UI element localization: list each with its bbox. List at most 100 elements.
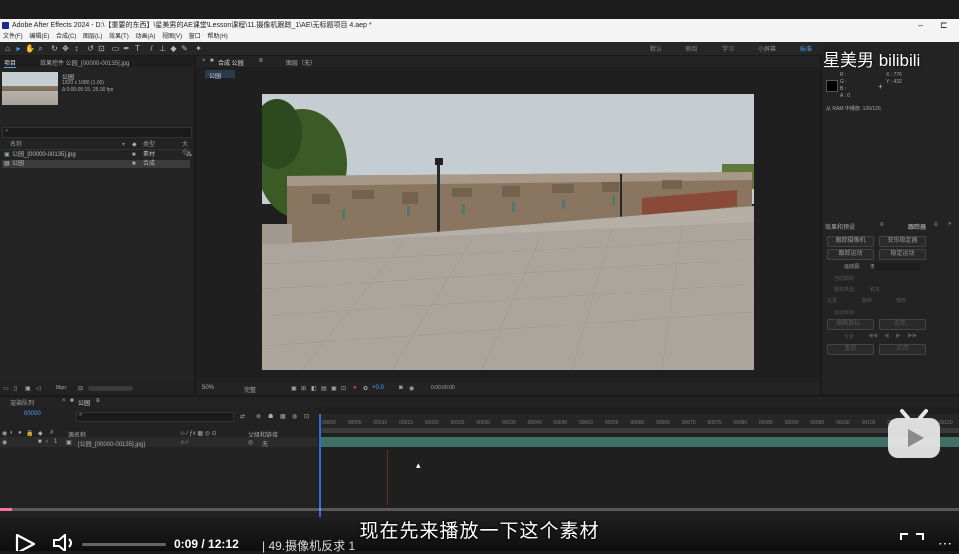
composition-breadcrumb[interactable]: 公园 <box>205 70 235 80</box>
project-scrollbar[interactable] <box>88 386 133 391</box>
label-swatch[interactable]: ■ <box>38 439 42 445</box>
menu-layer[interactable]: 图层(L) <box>83 34 102 40</box>
interpret-footage-icon[interactable]: ▭ <box>3 385 9 392</box>
more-options-icon[interactable]: ⋯ <box>938 535 952 552</box>
tab-menu-icon[interactable]: ≡ <box>259 58 263 64</box>
new-composition-icon[interactable]: ▣ <box>25 385 31 392</box>
workspace-default[interactable]: 默认 <box>650 44 662 53</box>
transparency-grid-icon[interactable]: ▤ <box>321 385 327 392</box>
menu-help[interactable]: 帮助(H) <box>207 34 227 40</box>
trash-icon[interactable]: ⊟ <box>78 385 83 392</box>
anchor-tool-icon[interactable]: ⊡ <box>97 44 106 53</box>
show-snapshot-icon[interactable]: ◉ <box>409 385 414 392</box>
volume-slider[interactable] <box>82 543 166 546</box>
volume-icon[interactable] <box>52 534 78 551</box>
tab-timeline-comp[interactable]: 公园 <box>78 398 90 407</box>
pan-tool-icon[interactable]: ✥ <box>61 44 70 53</box>
puppet-tool-icon[interactable]: ✦ <box>194 44 203 53</box>
delete-icon[interactable]: ◁ <box>36 385 41 392</box>
tab-menu-icon[interactable]: ≡ <box>96 398 100 404</box>
layer-name[interactable]: [公园_[00000-00135].jpg] <box>78 439 145 448</box>
close-button[interactable]: ⊏ <box>940 19 948 32</box>
current-time[interactable]: 0:00:00:00 <box>431 385 455 391</box>
tab-effects-presets[interactable]: 效果和预设 <box>825 222 855 231</box>
tab-effect-controls[interactable]: 效果控件 公园_[00000-00135].jpg <box>40 58 129 67</box>
timeline-layer-row[interactable]: ◉ ■ › 1 ▣ [公园_[00000-00135].jpg] ⊹ ⁄ ◎ 无 <box>0 437 318 448</box>
label-column-icon[interactable]: ◆ <box>38 430 43 437</box>
workspace-review[interactable]: 审阅 <box>685 44 697 53</box>
analyze-forward-one-icon[interactable]: ▶ <box>896 332 901 339</box>
tab-layer[interactable]: 图层（无） <box>286 58 316 67</box>
home-icon[interactable]: ⌂ <box>3 44 12 53</box>
position-checkbox[interactable]: 位置 <box>827 297 837 304</box>
menu-file[interactable]: 文件(F) <box>3 34 23 40</box>
timeline-timecode[interactable]: 00000 <box>24 411 41 417</box>
snapshot-icon[interactable]: ◙ <box>399 385 403 391</box>
switches-icon[interactable]: ⊹ ⁄ ƒx ▦ ◎ ⊙ <box>180 430 217 437</box>
timeline-search-input[interactable]: ⌕ <box>76 412 234 422</box>
playhead[interactable] <box>319 414 321 517</box>
zoom-dropdown[interactable]: 50% <box>202 385 214 391</box>
tab-menu-icon[interactable]: ≡ <box>934 222 938 228</box>
draft-3d-icon[interactable]: ⊛ <box>256 413 261 420</box>
menu-edit[interactable]: 编辑(E) <box>29 34 49 40</box>
track-camera-button[interactable]: 跟踪摄像机 <box>827 236 874 247</box>
analyze-back-one-icon[interactable]: ◀ <box>884 332 889 339</box>
track-type-select[interactable]: 稳定 <box>870 286 880 293</box>
rotate-tool-icon[interactable]: ↺ <box>86 44 95 53</box>
exposure-value[interactable]: +0.0 <box>372 385 384 391</box>
menu-window[interactable]: 窗口 <box>189 34 201 40</box>
orbit-tool-icon[interactable]: ↻ <box>50 44 59 53</box>
column-name[interactable]: 名称 <box>10 141 22 149</box>
hand-tool-icon[interactable]: ✋ <box>25 44 35 53</box>
analyze-forward-icon[interactable]: ▶▶ <box>908 332 917 339</box>
chapter-title[interactable]: | 49.摄像机反求 1 <box>262 537 355 554</box>
tab-menu-icon[interactable]: ≡ <box>880 222 884 228</box>
frame-blending-icon[interactable]: ▦ <box>280 413 286 420</box>
fullscreen-icon[interactable] <box>899 532 925 551</box>
roto-brush-icon[interactable]: ✎ <box>180 44 189 53</box>
timeline-ruler[interactable]: 00000 00005 00010 00015 00020 00025 00030 00035… <box>320 414 959 428</box>
rectangle-tool-icon[interactable]: ▭ <box>111 44 120 53</box>
bilibili-tv-icon[interactable] <box>886 408 942 460</box>
selection-tool-icon[interactable]: ▸ <box>14 44 23 53</box>
number-column-icon[interactable]: # <box>50 430 53 436</box>
scale-checkbox[interactable]: 缩放 <box>896 297 906 304</box>
reset-button[interactable]: 重置 <box>827 344 874 355</box>
motion-source-select[interactable]: 无 <box>870 263 920 270</box>
comp-flowchart-icon[interactable]: ⇄ <box>240 413 245 420</box>
parent-select[interactable]: 无 <box>262 439 268 448</box>
column-type[interactable]: 类型 <box>143 141 155 149</box>
lock-icon[interactable]: ■ <box>210 58 214 64</box>
pen-tool-icon[interactable]: ✒ <box>122 44 131 53</box>
eraser-tool-icon[interactable]: ◆ <box>169 44 178 53</box>
menu-view[interactable]: 视图(V) <box>162 34 182 40</box>
tab-project[interactable]: 项目 <box>4 58 17 68</box>
panel-more-icon[interactable]: » <box>948 221 951 227</box>
expand-icon[interactable]: › <box>46 439 48 445</box>
zoom-tool-icon[interactable]: ⌕ <box>36 44 45 53</box>
warp-stabilizer-button[interactable]: 变形稳定器 <box>879 236 926 247</box>
edit-target-button[interactable]: 编辑目标... <box>827 319 874 330</box>
mask-icon[interactable]: ◧ <box>311 385 317 392</box>
quality-dropdown[interactable]: 完整 <box>244 385 256 394</box>
stabilize-motion-button[interactable]: 稳定运动 <box>879 249 926 260</box>
video-toggle-icon[interactable]: ◉ <box>2 430 7 437</box>
lock-icon[interactable]: ■ <box>70 398 74 404</box>
parent-pickwhip-icon[interactable]: ◎ <box>248 439 253 446</box>
brush-tool-icon[interactable]: / <box>147 44 156 53</box>
layer-duration-bar[interactable] <box>320 437 959 447</box>
close-icon[interactable]: × <box>202 58 206 64</box>
work-area-bar[interactable] <box>320 428 959 433</box>
lock-column-icon[interactable]: 🔒 <box>26 430 33 437</box>
graph-editor-icon[interactable]: ⊡ <box>304 413 309 420</box>
tab-tracker[interactable]: 跟踪器 <box>908 222 926 231</box>
shy-icon[interactable]: ☗ <box>268 413 273 420</box>
tab-composition[interactable]: 合成 公园 <box>218 58 244 67</box>
3d-view-icon[interactable]: ▣ <box>331 385 337 392</box>
audio-toggle-icon[interactable]: ◐ <box>10 430 14 436</box>
analyze-back-icon[interactable]: ◀◀ <box>868 332 877 339</box>
rotation-checkbox[interactable]: 旋转 <box>862 297 872 304</box>
layer-switches-icon[interactable]: ⊹ ⁄ <box>180 439 188 446</box>
minimize-button[interactable]: – <box>918 19 923 32</box>
